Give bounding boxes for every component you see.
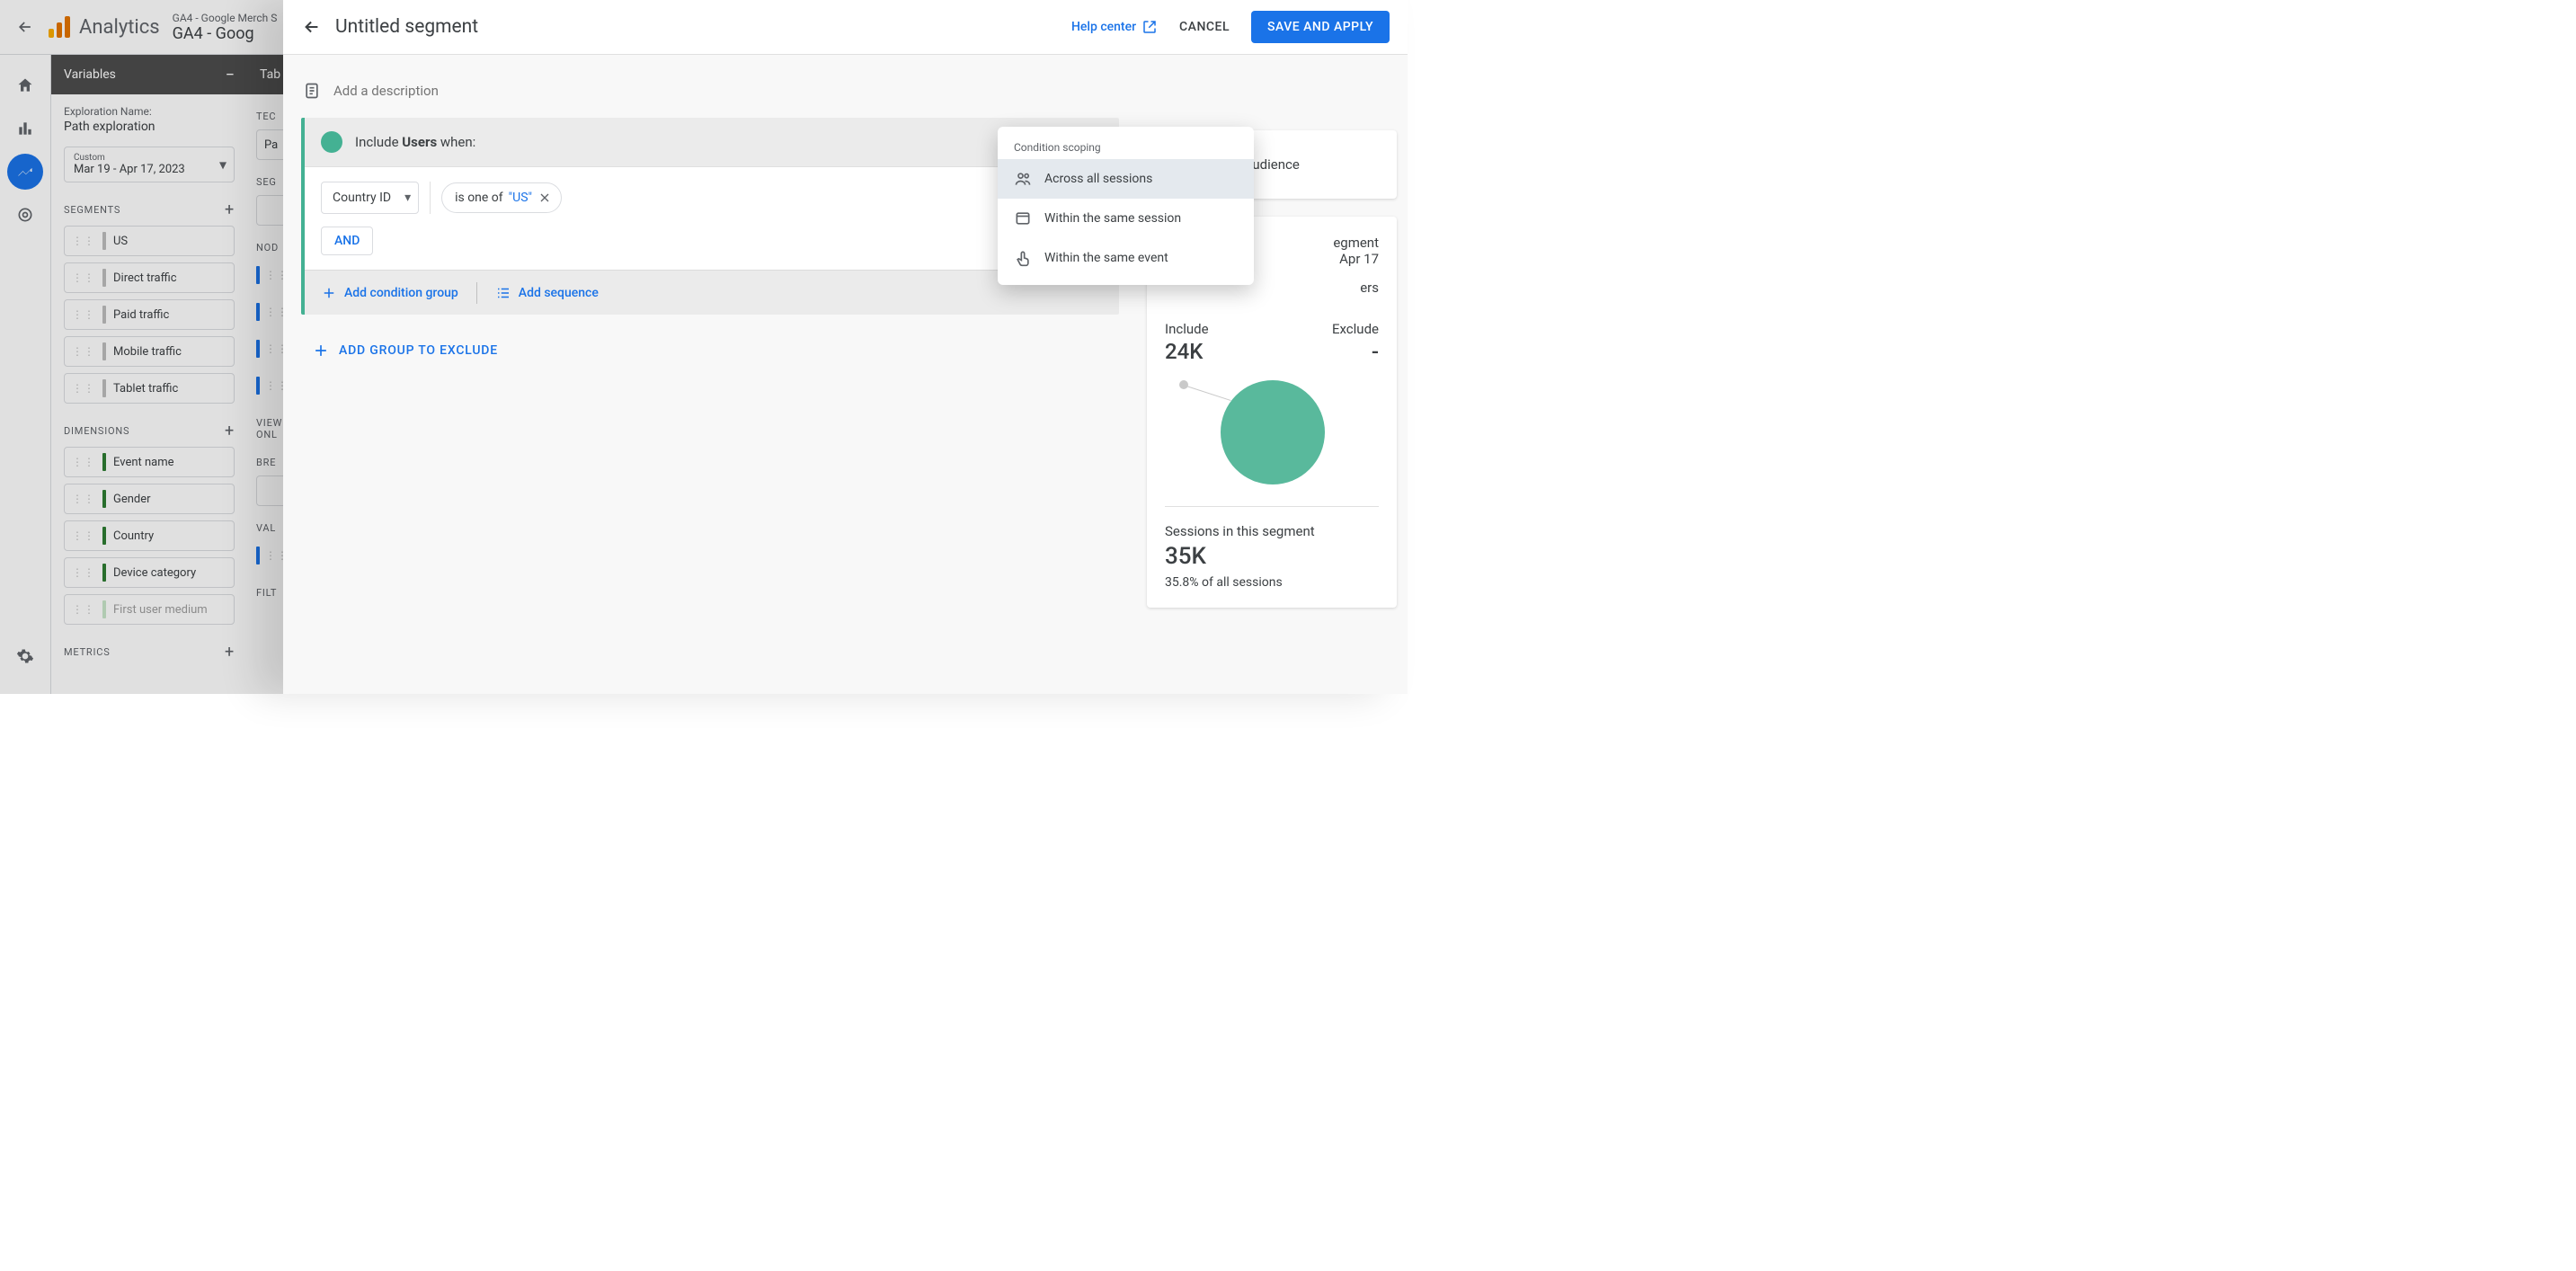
include-value: 24K xyxy=(1165,339,1209,364)
save-and-apply-button[interactable]: SAVE AND APPLY xyxy=(1251,11,1390,43)
and-button[interactable]: AND xyxy=(321,227,373,255)
drag-handle-icon: ⋮⋮ xyxy=(72,235,95,247)
divider xyxy=(1165,506,1379,507)
metrics-section-header: METRICS + xyxy=(64,643,235,662)
dimension-picker[interactable]: Country ID ▾ xyxy=(321,182,419,214)
add-dimension-icon[interactable]: + xyxy=(225,422,235,440)
dimension-chip[interactable]: ⋮⋮Device category xyxy=(64,557,235,588)
filter-pill[interactable]: is one of "US" xyxy=(441,182,562,213)
divider xyxy=(430,182,431,214)
exclude-label: Exclude xyxy=(1332,321,1379,337)
add-metric-icon[interactable]: + xyxy=(225,643,235,662)
segment-chip[interactable]: ⋮⋮Direct traffic xyxy=(64,262,235,293)
exclude-value: - xyxy=(1372,339,1379,364)
segments-section-header: SEGMENTS + xyxy=(64,200,235,219)
admin-gear-icon[interactable] xyxy=(7,638,43,674)
description-icon xyxy=(303,82,321,100)
dimension-chip[interactable]: ⋮⋮Gender xyxy=(64,484,235,514)
sessions-value: 35K xyxy=(1165,543,1379,570)
description-input[interactable] xyxy=(333,83,693,99)
modal-body: Include Users when: Country ID ▾ is one … xyxy=(283,55,1408,694)
date-custom-label: Custom xyxy=(74,153,225,163)
drag-handle-icon: ⋮⋮ xyxy=(72,456,95,468)
remove-filter-icon[interactable] xyxy=(537,191,552,205)
app-name: Analytics xyxy=(79,16,160,39)
cancel-button[interactable]: CANCEL xyxy=(1179,20,1230,34)
segment-chip[interactable]: ⋮⋮Paid traffic xyxy=(64,299,235,330)
date-range-picker[interactable]: Custom Mar 19 - Apr 17, 2023 ▾ xyxy=(64,147,235,182)
home-icon[interactable] xyxy=(7,67,43,103)
account-line1: GA4 - Google Merch S xyxy=(173,12,278,24)
drag-handle-icon: ⋮⋮ xyxy=(72,493,95,505)
sequence-icon xyxy=(495,285,511,301)
segment-chip[interactable]: ⋮⋮US xyxy=(64,226,235,256)
sessions-percent: 35.8% of all sessions xyxy=(1165,575,1379,590)
drag-handle-icon: ⋮⋮ xyxy=(72,566,95,579)
plus-icon xyxy=(321,285,337,301)
include-label: Include xyxy=(1165,321,1209,337)
drag-handle-icon: ⋮⋮ xyxy=(72,271,95,284)
exploration-name[interactable]: Path exploration xyxy=(64,120,235,134)
touch-icon xyxy=(1014,249,1032,267)
scope-same-session[interactable]: Within the same session xyxy=(998,199,1254,238)
include-clause: Include Users when: xyxy=(355,134,475,150)
scope-across-sessions[interactable]: Across all sessions xyxy=(998,159,1254,199)
caret-down-icon: ▾ xyxy=(404,191,411,205)
left-nav-rail xyxy=(0,55,51,694)
segment-chip[interactable]: ⋮⋮Tablet traffic xyxy=(64,373,235,404)
venn-chart xyxy=(1165,373,1379,490)
account-picker[interactable]: GA4 - Google Merch S GA4 - Goog xyxy=(173,0,278,55)
date-range-value: Mar 19 - Apr 17, 2023 xyxy=(74,163,225,176)
condition-scoping-menu: Condition scoping Across all sessions Wi… xyxy=(998,127,1254,285)
drag-handle-icon: ⋮⋮ xyxy=(72,382,95,395)
add-sequence-button[interactable]: Add sequence xyxy=(495,285,599,301)
caret-down-icon: ▾ xyxy=(219,156,227,173)
segment-title[interactable]: Untitled segment xyxy=(335,16,478,38)
dimension-chip-disabled[interactable]: ⋮⋮First user medium xyxy=(64,594,235,625)
dimensions-section-header: DIMENSIONS + xyxy=(64,422,235,440)
exploration-name-label: Exploration Name: xyxy=(64,105,235,118)
variables-title: Variables xyxy=(64,67,116,82)
drag-handle-icon: ⋮⋮ xyxy=(72,603,95,616)
analytics-logo: Analytics xyxy=(49,16,160,39)
description-row xyxy=(303,73,1390,109)
drag-handle-icon: ⋮⋮ xyxy=(72,529,95,542)
scope-same-event[interactable]: Within the same event xyxy=(998,238,1254,278)
advertising-icon[interactable] xyxy=(7,197,43,233)
modal-header: Untitled segment Help center CANCEL SAVE… xyxy=(283,0,1408,55)
people-icon xyxy=(1014,170,1032,188)
segment-editor-modal: Untitled segment Help center CANCEL SAVE… xyxy=(283,0,1408,694)
window-icon xyxy=(1014,209,1032,227)
variables-panel: Variables − Exploration Name: Path explo… xyxy=(51,55,247,694)
include-condition-card: Include Users when: Country ID ▾ is one … xyxy=(301,118,1119,315)
analytics-logo-icon xyxy=(49,16,70,38)
sessions-label: Sessions in this segment xyxy=(1165,523,1379,539)
collapse-icon[interactable]: − xyxy=(226,66,235,84)
open-in-new-icon xyxy=(1141,19,1158,35)
dimension-chip[interactable]: ⋮⋮Country xyxy=(64,520,235,551)
explore-icon[interactable] xyxy=(7,154,43,190)
variables-header: Variables − xyxy=(51,55,247,94)
add-condition-group-button[interactable]: Add condition group xyxy=(321,285,458,301)
include-circle-icon xyxy=(1221,380,1325,484)
connector-line xyxy=(1186,386,1231,401)
divider xyxy=(476,282,477,304)
excluded-dot-icon xyxy=(1179,380,1188,389)
segment-chip[interactable]: ⋮⋮Mobile traffic xyxy=(64,336,235,367)
add-segment-icon[interactable]: + xyxy=(225,200,235,219)
drag-handle-icon: ⋮⋮ xyxy=(72,308,95,321)
help-center-link[interactable]: Help center xyxy=(1071,19,1158,35)
modal-back-arrow-icon[interactable] xyxy=(301,16,323,38)
back-arrow-icon[interactable] xyxy=(14,16,36,38)
plus-icon xyxy=(312,342,330,360)
dimension-chip[interactable]: ⋮⋮Event name xyxy=(64,447,235,477)
include-indicator-icon xyxy=(321,131,342,153)
account-line2: GA4 - Goog xyxy=(173,24,254,43)
reports-icon[interactable] xyxy=(7,111,43,147)
scoping-label: Condition scoping xyxy=(998,136,1254,159)
drag-handle-icon: ⋮⋮ xyxy=(72,345,95,358)
